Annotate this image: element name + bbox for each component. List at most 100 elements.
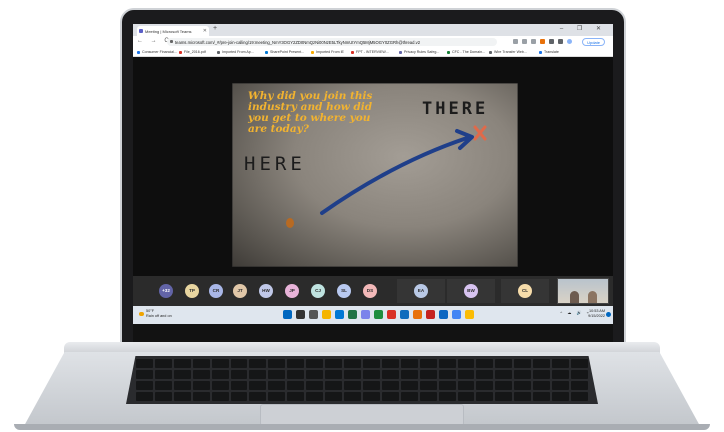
keyboard-key bbox=[268, 392, 286, 401]
participant-avatar[interactable]: DS bbox=[363, 284, 377, 298]
bookmark-item[interactable]: Translate bbox=[539, 50, 559, 54]
bookmark-icon bbox=[217, 50, 220, 54]
bookmark-icon bbox=[311, 50, 314, 54]
bookmark-item[interactable]: Privacy Rules Safeg... bbox=[399, 50, 439, 54]
participant-avatar[interactable]: JP bbox=[285, 284, 299, 298]
more-participants-badge[interactable]: +32 bbox=[159, 284, 173, 298]
keyboard-key bbox=[438, 359, 456, 368]
taskbar-app-icon[interactable] bbox=[361, 310, 370, 319]
bookmark-icon bbox=[447, 50, 450, 54]
participant-avatar[interactable]: BW bbox=[464, 284, 478, 298]
keyboard-key bbox=[514, 359, 532, 368]
bookmark-icon bbox=[179, 50, 182, 54]
taskbar-app-icon[interactable] bbox=[452, 310, 461, 319]
weather-widget[interactable]: 50°F Rain off and on bbox=[139, 309, 172, 319]
tab-teams-meeting[interactable]: Meeting | Microsoft Teams ✕ bbox=[137, 26, 209, 36]
keyboard-key bbox=[495, 381, 513, 390]
keyboard-key bbox=[476, 359, 494, 368]
zoom-icon[interactable] bbox=[513, 39, 518, 44]
participant-avatar[interactable]: SL bbox=[337, 284, 351, 298]
keyboard-key bbox=[552, 359, 570, 368]
keyboard-key bbox=[344, 359, 361, 368]
taskbar-app-icon[interactable] bbox=[309, 310, 318, 319]
share-icon[interactable] bbox=[522, 39, 527, 44]
keyboard-key bbox=[533, 370, 551, 379]
keyboard-key bbox=[457, 370, 475, 379]
word-there: THERE bbox=[422, 99, 489, 119]
address-bar[interactable]: teams.microsoft.com/_#/pre-join-calling/… bbox=[167, 38, 497, 46]
taskbar-app-icon[interactable] bbox=[322, 310, 331, 319]
keyboard-key bbox=[211, 392, 229, 401]
taskbar-app-icon[interactable] bbox=[387, 310, 396, 319]
keyboard-key bbox=[514, 370, 532, 379]
taskbar-app-icon[interactable] bbox=[426, 310, 435, 319]
windows-taskbar: 50°F Rain off and on ^ ☁ 🔊 ⌁ 10:53 AM 9/… bbox=[133, 306, 613, 324]
keyboard-key bbox=[192, 370, 210, 379]
taskbar-app-icon[interactable] bbox=[296, 310, 305, 319]
laptop-front-edge bbox=[14, 424, 710, 430]
bookmark-label: FPT - INTERVIEW... bbox=[356, 50, 389, 54]
keyboard-key bbox=[571, 370, 588, 379]
keyboard-key bbox=[495, 392, 513, 401]
keyboard-key bbox=[136, 392, 153, 401]
participant-avatar[interactable]: CR bbox=[209, 284, 223, 298]
keyboard-key bbox=[230, 392, 248, 401]
self-view-video[interactable] bbox=[557, 278, 609, 304]
clock[interactable]: 10:53 AM 9/15/2022 bbox=[588, 309, 605, 319]
update-button[interactable]: Update bbox=[582, 38, 605, 46]
extension-icons bbox=[513, 39, 572, 44]
keyboard-key bbox=[457, 392, 475, 401]
bookmark-item[interactable]: Wire Transfer Web... bbox=[489, 50, 527, 54]
keyboard-key bbox=[287, 381, 305, 390]
taskbar-app-icon[interactable] bbox=[335, 310, 344, 319]
bookmark-item[interactable]: Consumer Financial... bbox=[137, 50, 177, 54]
keyboard-key bbox=[173, 359, 191, 368]
participant-avatar[interactable]: JT bbox=[233, 284, 247, 298]
clock-date: 9/15/2022 bbox=[588, 314, 605, 318]
keyboard-key bbox=[154, 359, 172, 368]
participant-tile[interactable]: EA bbox=[397, 279, 445, 303]
puzzle-icon[interactable] bbox=[549, 39, 554, 44]
notification-icon[interactable] bbox=[606, 312, 611, 317]
participant-avatar[interactable]: HW bbox=[259, 284, 273, 298]
bookmark-item[interactable]: FPT - INTERVIEW... bbox=[351, 50, 389, 54]
bookmark-label: Imported From IE bbox=[316, 50, 344, 54]
bookmark-item[interactable]: Imported From Ap... bbox=[217, 50, 254, 54]
bookmark-item[interactable]: SharePoint Present... bbox=[265, 50, 304, 54]
tab-close-icon[interactable]: ✕ bbox=[203, 28, 207, 34]
keyboard-key bbox=[400, 392, 418, 401]
bookmark-item[interactable]: CFC - The Domain... bbox=[447, 50, 485, 54]
extension-icon[interactable] bbox=[540, 39, 545, 44]
bookmark-icon bbox=[265, 50, 268, 54]
participant-avatar[interactable]: CL bbox=[518, 284, 532, 298]
keyboard-key bbox=[571, 381, 588, 390]
new-tab-button[interactable]: + bbox=[213, 25, 217, 32]
taskbar-app-icon[interactable] bbox=[439, 310, 448, 319]
sidepanel-icon[interactable] bbox=[558, 39, 563, 44]
participant-avatar[interactable]: CJ bbox=[311, 284, 325, 298]
keyboard-key bbox=[381, 381, 399, 390]
taskbar-app-icon[interactable] bbox=[400, 310, 409, 319]
url-text: teams.microsoft.com/_#/pre-join-calling/… bbox=[175, 40, 421, 45]
bookmark-item[interactable]: Imported From IE bbox=[311, 50, 344, 54]
avatar-icon[interactable] bbox=[567, 39, 572, 44]
star-icon[interactable] bbox=[531, 39, 536, 44]
participant-avatar[interactable]: TP bbox=[185, 284, 199, 298]
keyboard-key bbox=[192, 392, 210, 401]
participant-avatar[interactable]: EA bbox=[414, 284, 428, 298]
start-icon[interactable] bbox=[283, 310, 292, 319]
taskbar-app-icon[interactable] bbox=[348, 310, 357, 319]
taskbar-app-icon[interactable] bbox=[413, 310, 422, 319]
bookmark-item[interactable]: File_2016.pdf bbox=[179, 50, 206, 54]
participant-tile[interactable]: BW bbox=[447, 279, 495, 303]
keyboard-key bbox=[211, 381, 229, 390]
keyboard-key bbox=[438, 392, 456, 401]
window-controls[interactable]: – ❐ ✕ bbox=[560, 25, 607, 32]
teams-icon bbox=[139, 29, 143, 33]
keyboard-key bbox=[533, 381, 551, 390]
taskbar-app-icon[interactable] bbox=[374, 310, 383, 319]
taskbar-app-icon[interactable] bbox=[465, 310, 474, 319]
keyboard-key bbox=[419, 392, 437, 401]
system-tray[interactable]: ^ ☁ 🔊 ⌁ bbox=[560, 310, 591, 315]
participant-tile[interactable]: CL bbox=[501, 279, 549, 303]
